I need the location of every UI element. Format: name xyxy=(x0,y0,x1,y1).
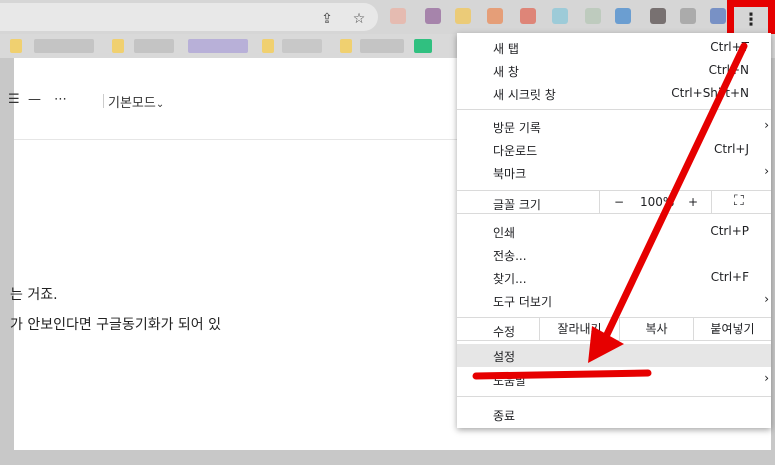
menu-item-label: 방문 기록 xyxy=(493,121,541,135)
align-icon[interactable]: ☰ xyxy=(8,92,20,107)
menu-shortcut: Ctrl+F xyxy=(710,270,749,284)
zoom-controls: − 100% + xyxy=(599,191,711,213)
menu-shortcut: Ctrl+P xyxy=(710,224,749,238)
chevron-right-icon: › xyxy=(764,118,769,132)
bookmark-item[interactable] xyxy=(10,39,22,53)
extension-icon[interactable] xyxy=(487,8,503,24)
menu-item-label: 새 탭 xyxy=(493,42,519,56)
menu-divider xyxy=(457,109,771,110)
bookmark-item[interactable] xyxy=(282,39,322,53)
extension-icon[interactable] xyxy=(650,8,666,24)
mode-label: 기본모드 xyxy=(108,96,156,111)
extension-icon[interactable] xyxy=(425,8,441,24)
document-line: 는 거죠. xyxy=(10,287,58,303)
menu-item-label: 인쇄 xyxy=(493,226,516,240)
menu-item-print[interactable]: 인쇄 Ctrl+P xyxy=(457,220,771,243)
menu-shortcut: Ctrl+T xyxy=(710,40,749,54)
bookmark-item[interactable] xyxy=(360,39,404,53)
chevron-right-icon: › xyxy=(764,164,769,178)
extension-icon[interactable] xyxy=(455,8,471,24)
menu-item-more-tools[interactable]: 도구 더보기 › xyxy=(457,289,771,312)
extension-icon[interactable] xyxy=(390,8,406,24)
extension-icon[interactable] xyxy=(710,8,726,24)
share-icon[interactable]: ⇪ xyxy=(318,10,336,28)
menu-item-incognito[interactable]: 새 시크릿 창 Ctrl+Shift+N xyxy=(457,82,771,105)
zoom-level: 100% xyxy=(640,195,675,209)
menu-item-label: 찾기... xyxy=(493,272,527,286)
zoom-out-button[interactable]: − xyxy=(614,195,624,209)
copy-button[interactable]: 복사 xyxy=(619,318,693,340)
mode-select[interactable]: 기본모드⌄ xyxy=(108,92,164,111)
menu-item-label: 도움말 xyxy=(493,374,527,388)
menu-item-label: 도구 더보기 xyxy=(493,295,553,309)
menu-item-label: 글꼴 크기 xyxy=(493,198,541,212)
bookmark-item[interactable] xyxy=(134,39,174,53)
menu-item-label: 설정 xyxy=(493,350,516,364)
extension-icon[interactable] xyxy=(552,8,568,24)
bookmark-item[interactable] xyxy=(414,39,432,53)
extension-icon[interactable] xyxy=(680,8,696,24)
menu-item-exit[interactable]: 종료 xyxy=(457,403,771,426)
menu-item-label: 다운로드 xyxy=(493,144,538,158)
menu-shortcut: Ctrl+N xyxy=(708,63,749,77)
menu-item-settings[interactable]: 설정 xyxy=(457,344,771,367)
address-bar[interactable]: ⇪ ☆ xyxy=(0,3,378,31)
bookmark-item[interactable] xyxy=(340,39,352,53)
chevron-right-icon: › xyxy=(764,292,769,306)
extension-icon[interactable] xyxy=(520,8,536,24)
menu-zoom-row: 글꼴 크기 − 100% + ⛶ xyxy=(457,190,771,214)
menu-item-cast[interactable]: 전송... xyxy=(457,243,771,266)
bookmark-item[interactable] xyxy=(262,39,274,53)
cut-button[interactable]: 잘라내기 xyxy=(539,318,619,340)
more-icon[interactable]: ⋯ xyxy=(54,92,67,107)
document-line: 가 안보인다면 구글동기화가 되어 있 xyxy=(10,317,221,333)
menu-edit-row: 수정 잘라내기 복사 붙여넣기 xyxy=(457,317,771,341)
paste-button[interactable]: 붙여넣기 xyxy=(693,318,771,340)
browser-toolbar: ⇪ ☆ ⋮ xyxy=(0,0,775,40)
bookmark-item[interactable] xyxy=(188,39,248,53)
fullscreen-cell: ⛶ xyxy=(711,191,771,213)
extension-icon[interactable] xyxy=(585,8,601,24)
menu-item-new-tab[interactable]: 새 탭 Ctrl+T xyxy=(457,36,771,59)
toolbar-divider xyxy=(103,94,104,108)
menu-item-new-window[interactable]: 새 창 Ctrl+N xyxy=(457,59,771,82)
more-vert-icon[interactable]: ⋮ xyxy=(734,7,768,33)
chevron-down-icon: ⌄ xyxy=(155,99,165,110)
horizontal-line-button[interactable]: — xyxy=(28,92,41,107)
menu-item-history[interactable]: 방문 기록 › xyxy=(457,115,771,138)
fullscreen-icon[interactable]: ⛶ xyxy=(734,193,744,209)
menu-shortcut: Ctrl+Shift+N xyxy=(671,86,749,100)
star-icon[interactable]: ☆ xyxy=(350,10,368,28)
menu-shortcut: Ctrl+J xyxy=(714,142,749,156)
menu-item-label: 북마크 xyxy=(493,167,527,181)
zoom-in-button[interactable]: + xyxy=(688,195,698,209)
menu-item-find[interactable]: 찾기... Ctrl+F xyxy=(457,266,771,289)
menu-item-label: 새 시크릿 창 xyxy=(493,88,556,102)
menu-item-bookmarks[interactable]: 북마크 › xyxy=(457,161,771,184)
menu-divider xyxy=(457,396,771,397)
bookmark-item[interactable] xyxy=(34,39,94,53)
menu-item-label: 수정 xyxy=(493,325,516,339)
bookmark-item[interactable] xyxy=(112,39,124,53)
menu-item-label: 전송... xyxy=(493,249,527,263)
chevron-right-icon: › xyxy=(764,371,769,385)
menu-item-downloads[interactable]: 다운로드 Ctrl+J xyxy=(457,138,771,161)
chrome-main-menu: 새 탭 Ctrl+T 새 창 Ctrl+N 새 시크릿 창 Ctrl+Shift… xyxy=(457,33,771,428)
menu-item-label: 새 창 xyxy=(493,65,519,79)
extension-icon[interactable] xyxy=(615,8,631,24)
menu-item-help[interactable]: 도움말 › xyxy=(457,368,771,391)
menu-item-label: 종료 xyxy=(493,409,516,423)
